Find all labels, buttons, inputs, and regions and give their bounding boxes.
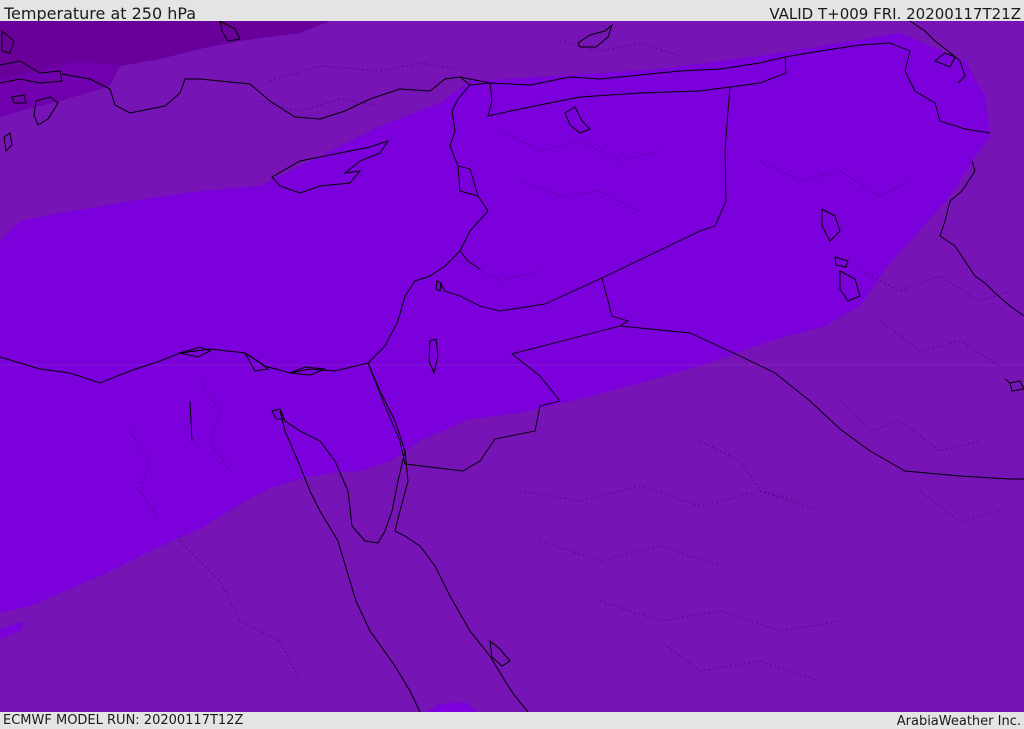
map-canvas (0, 21, 1024, 712)
map-figure: Temperature at 250 hPa VALID T+009 FRI. … (0, 0, 1024, 729)
model-run-label: ECMWF MODEL RUN: 20200117T12Z (3, 713, 244, 728)
map-svg (0, 21, 1024, 712)
credit-label: ArabiaWeather Inc. (896, 714, 1021, 729)
footer-bar: ECMWF MODEL RUN: 20200117T12Z ArabiaWeat… (0, 712, 1024, 729)
header-bar: Temperature at 250 hPa VALID T+009 FRI. … (0, 0, 1024, 23)
